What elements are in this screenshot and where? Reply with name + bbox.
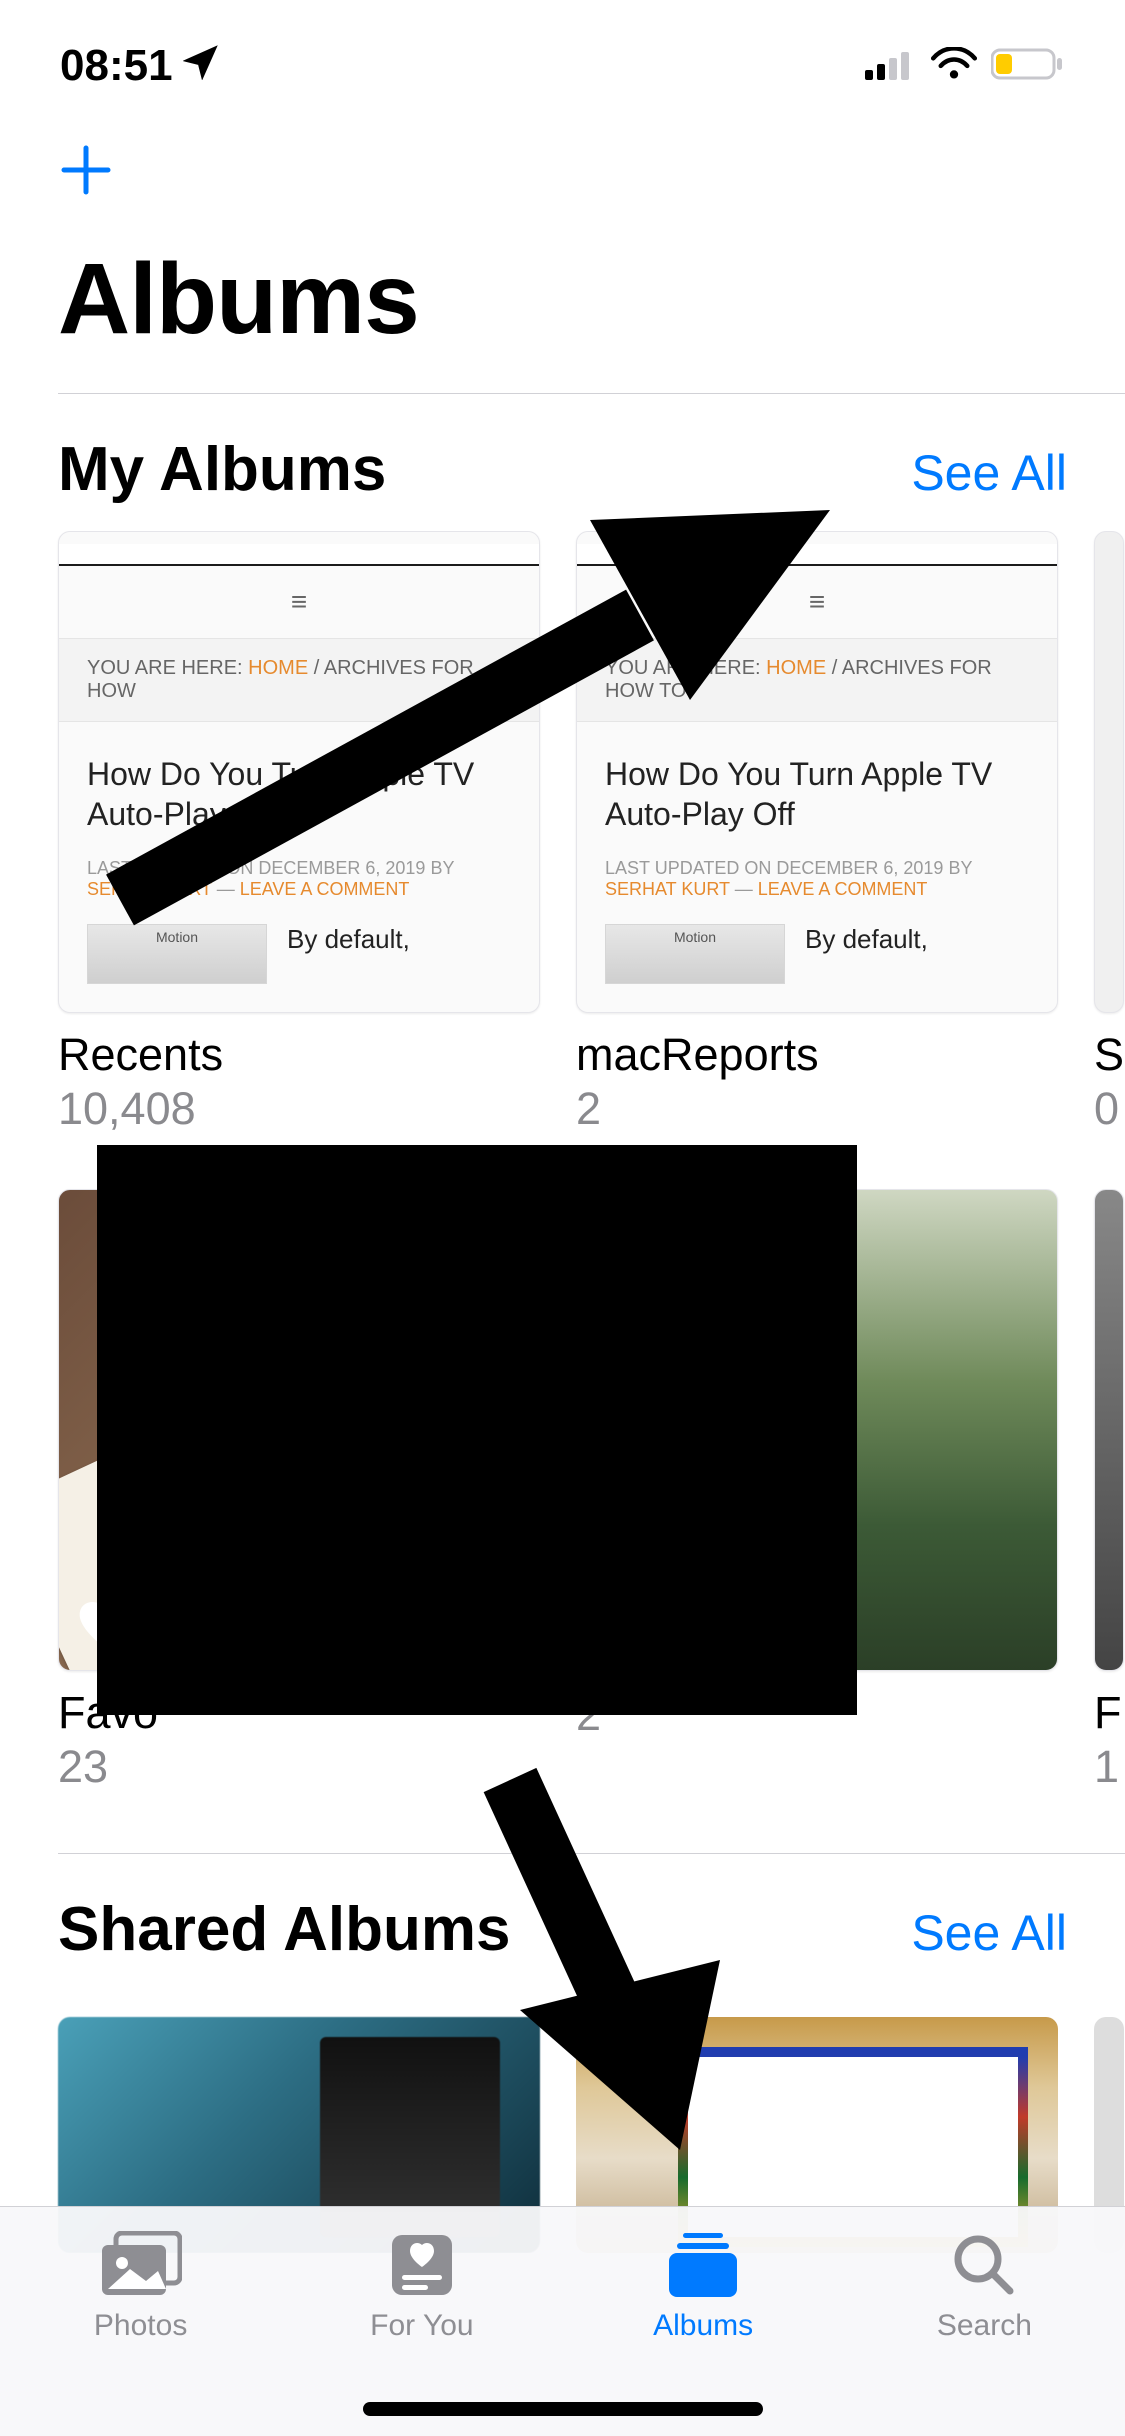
cellular-icon [865, 48, 917, 85]
hamburger-icon: ≡ [59, 566, 539, 638]
preview-snippet: By default, [805, 924, 928, 955]
tab-search[interactable]: Search [884, 2227, 1084, 2436]
home-indicator[interactable] [363, 2402, 763, 2416]
preview-meta: LAST UPDATED ON DECEMBER 6, 2019 BY [605, 858, 972, 878]
preview-title: How Do You Turn Apple TV Auto-Play Off [605, 754, 1029, 834]
crumb-home: HOME [248, 657, 308, 679]
tab-label: Photos [94, 2309, 187, 2343]
redaction-overlay [97, 1145, 857, 1715]
preview-author: SERHAT KURT [87, 879, 212, 899]
add-album-button[interactable] [58, 142, 114, 212]
status-right [865, 46, 1065, 87]
preview-sep: — [730, 879, 758, 899]
album-thumbnail[interactable]: ≡ YOU ARE HERE: HOME / ARCHIVES FOR HOW … [58, 531, 540, 1013]
see-all-my-albums[interactable]: See All [911, 444, 1067, 502]
preview-author: SERHAT KURT [605, 879, 730, 899]
for-you-icon [388, 2227, 456, 2299]
album-item-partial[interactable]: F 1 [1094, 1189, 1124, 1793]
tab-photos[interactable]: Photos [41, 2227, 241, 2436]
preview-comment: LEAVE A COMMENT [240, 879, 410, 899]
preview-meta: LAST UPDATED ON DECEMBER 6, 2019 BY [87, 858, 454, 878]
crumb-prefix: YOU ARE HERE: [605, 657, 766, 679]
hamburger-icon: ≡ [577, 566, 1057, 638]
section-title: Shared Albums [58, 1894, 510, 1965]
album-thumbnail[interactable] [1094, 1189, 1124, 1671]
album-item-partial[interactable]: S 0 [1094, 531, 1124, 1135]
album-row[interactable]: ≡ YOU ARE HERE: HOME / ARCHIVES FOR HOW … [0, 531, 1125, 1145]
album-count: 10,408 [58, 1081, 540, 1135]
tab-label: Albums [653, 2309, 753, 2343]
album-name: macReports [576, 1013, 1058, 1081]
nav-row [0, 132, 1125, 242]
tab-label: For You [370, 2309, 473, 2343]
preview-title: How Do You Turn Apple TV Auto-Play [87, 754, 511, 834]
preview-snippet: By default, [287, 924, 410, 955]
album-thumbnail[interactable] [1094, 531, 1124, 1013]
wifi-icon [931, 47, 977, 86]
album-item-macreports[interactable]: ≡ YOU ARE HERE: HOME / ARCHIVES FOR HOW … [576, 531, 1058, 1135]
albums-icon [663, 2227, 743, 2299]
thumbnail-preview: ≡ YOU ARE HERE: HOME / ARCHIVES FOR HOW … [577, 532, 1057, 1012]
preview-comment: LEAVE A COMMENT [758, 879, 928, 899]
album-count: 23 [58, 1739, 540, 1793]
album-count: 0 [1094, 1081, 1124, 1135]
crumb-prefix: YOU ARE HERE: [87, 657, 248, 679]
album-name: F [1094, 1671, 1124, 1739]
status-time: 08:51 [60, 41, 173, 91]
album-row[interactable]: Favo 23 2 F 1 [0, 1145, 1125, 1803]
album-name: S [1094, 1013, 1124, 1081]
album-thumbnail[interactable]: ≡ YOU ARE HERE: HOME / ARCHIVES FOR HOW … [576, 531, 1058, 1013]
preview-mini-image: Motion [87, 924, 267, 984]
see-all-shared[interactable]: See All [911, 1904, 1067, 1962]
thumbnail-preview: ≡ YOU ARE HERE: HOME / ARCHIVES FOR HOW … [59, 532, 539, 1012]
album-count: 2 [576, 1081, 1058, 1135]
section-header-my-albums: My Albums See All [0, 394, 1125, 531]
preview-sep: — [212, 879, 240, 899]
search-icon [950, 2227, 1018, 2299]
battery-icon [991, 46, 1065, 87]
preview-mini-image: Motion [605, 924, 785, 984]
page-title: Albums [0, 242, 1125, 393]
tab-label: Search [937, 2309, 1032, 2343]
location-icon [183, 41, 219, 91]
section-header-shared: Shared Albums See All [0, 1854, 1125, 1991]
album-item-recents[interactable]: ≡ YOU ARE HERE: HOME / ARCHIVES FOR HOW … [58, 531, 540, 1135]
status-left: 08:51 [60, 41, 219, 91]
crumb-home: HOME [766, 657, 826, 679]
photos-icon [100, 2227, 182, 2299]
section-title: My Albums [58, 434, 386, 505]
album-name: Recents [58, 1013, 540, 1081]
status-bar: 08:51 [0, 0, 1125, 132]
album-count: 1 [1094, 1739, 1124, 1793]
